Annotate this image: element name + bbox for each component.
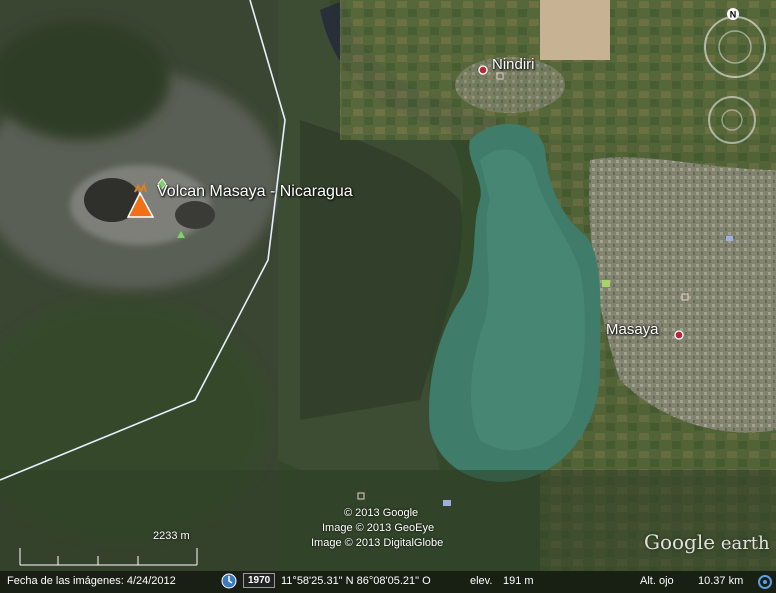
masaya-city-dot <box>674 330 684 340</box>
scale-bar-label: 2233 m <box>153 530 190 542</box>
masaya-label[interactable]: Masaya <box>606 321 659 338</box>
satellite-imagery[interactable] <box>0 0 776 593</box>
map-view[interactable]: Volcan Masaya - Nicaragua Nindiri Masaya… <box>0 0 776 593</box>
nindiri-label[interactable]: Nindiri <box>492 56 535 73</box>
status-bar: Fecha de las imágenes: 4/24/2012 1970 11… <box>0 571 776 593</box>
volcano-label[interactable]: Volcan Masaya - Nicaragua <box>157 183 353 201</box>
historical-year-button[interactable]: 1970 <box>243 573 276 588</box>
logo-brand: Google <box>644 530 716 554</box>
zoom-ring-icon[interactable] <box>706 94 758 146</box>
eye-altitude-value: 10.37 km <box>698 575 744 587</box>
coordinates-readout: 11°58'25.31" N 86°08'05.21" O <box>281 575 431 587</box>
imagery-date: Fecha de las imágenes: 4/24/2012 <box>7 575 176 587</box>
google-earth-logo: Google earth <box>644 530 770 554</box>
elevation-label: elev. <box>470 575 493 587</box>
credit-google: © 2013 Google <box>344 507 419 519</box>
elevation-value: 191 m <box>503 575 534 587</box>
nindiri-city-dot <box>478 65 488 75</box>
logo-suffix: earth <box>715 533 770 554</box>
eye-altitude-label: Alt. ojo <box>640 575 674 587</box>
compass-north-letter: N <box>730 10 737 20</box>
credit-digitalglobe: Image © 2013 DigitalGlobe <box>311 537 444 549</box>
clock-icon[interactable] <box>221 573 237 589</box>
streaming-icon <box>757 574 773 593</box>
compass-icon[interactable]: N <box>698 7 772 81</box>
credit-geoeye: Image © 2013 GeoEye <box>322 522 435 534</box>
